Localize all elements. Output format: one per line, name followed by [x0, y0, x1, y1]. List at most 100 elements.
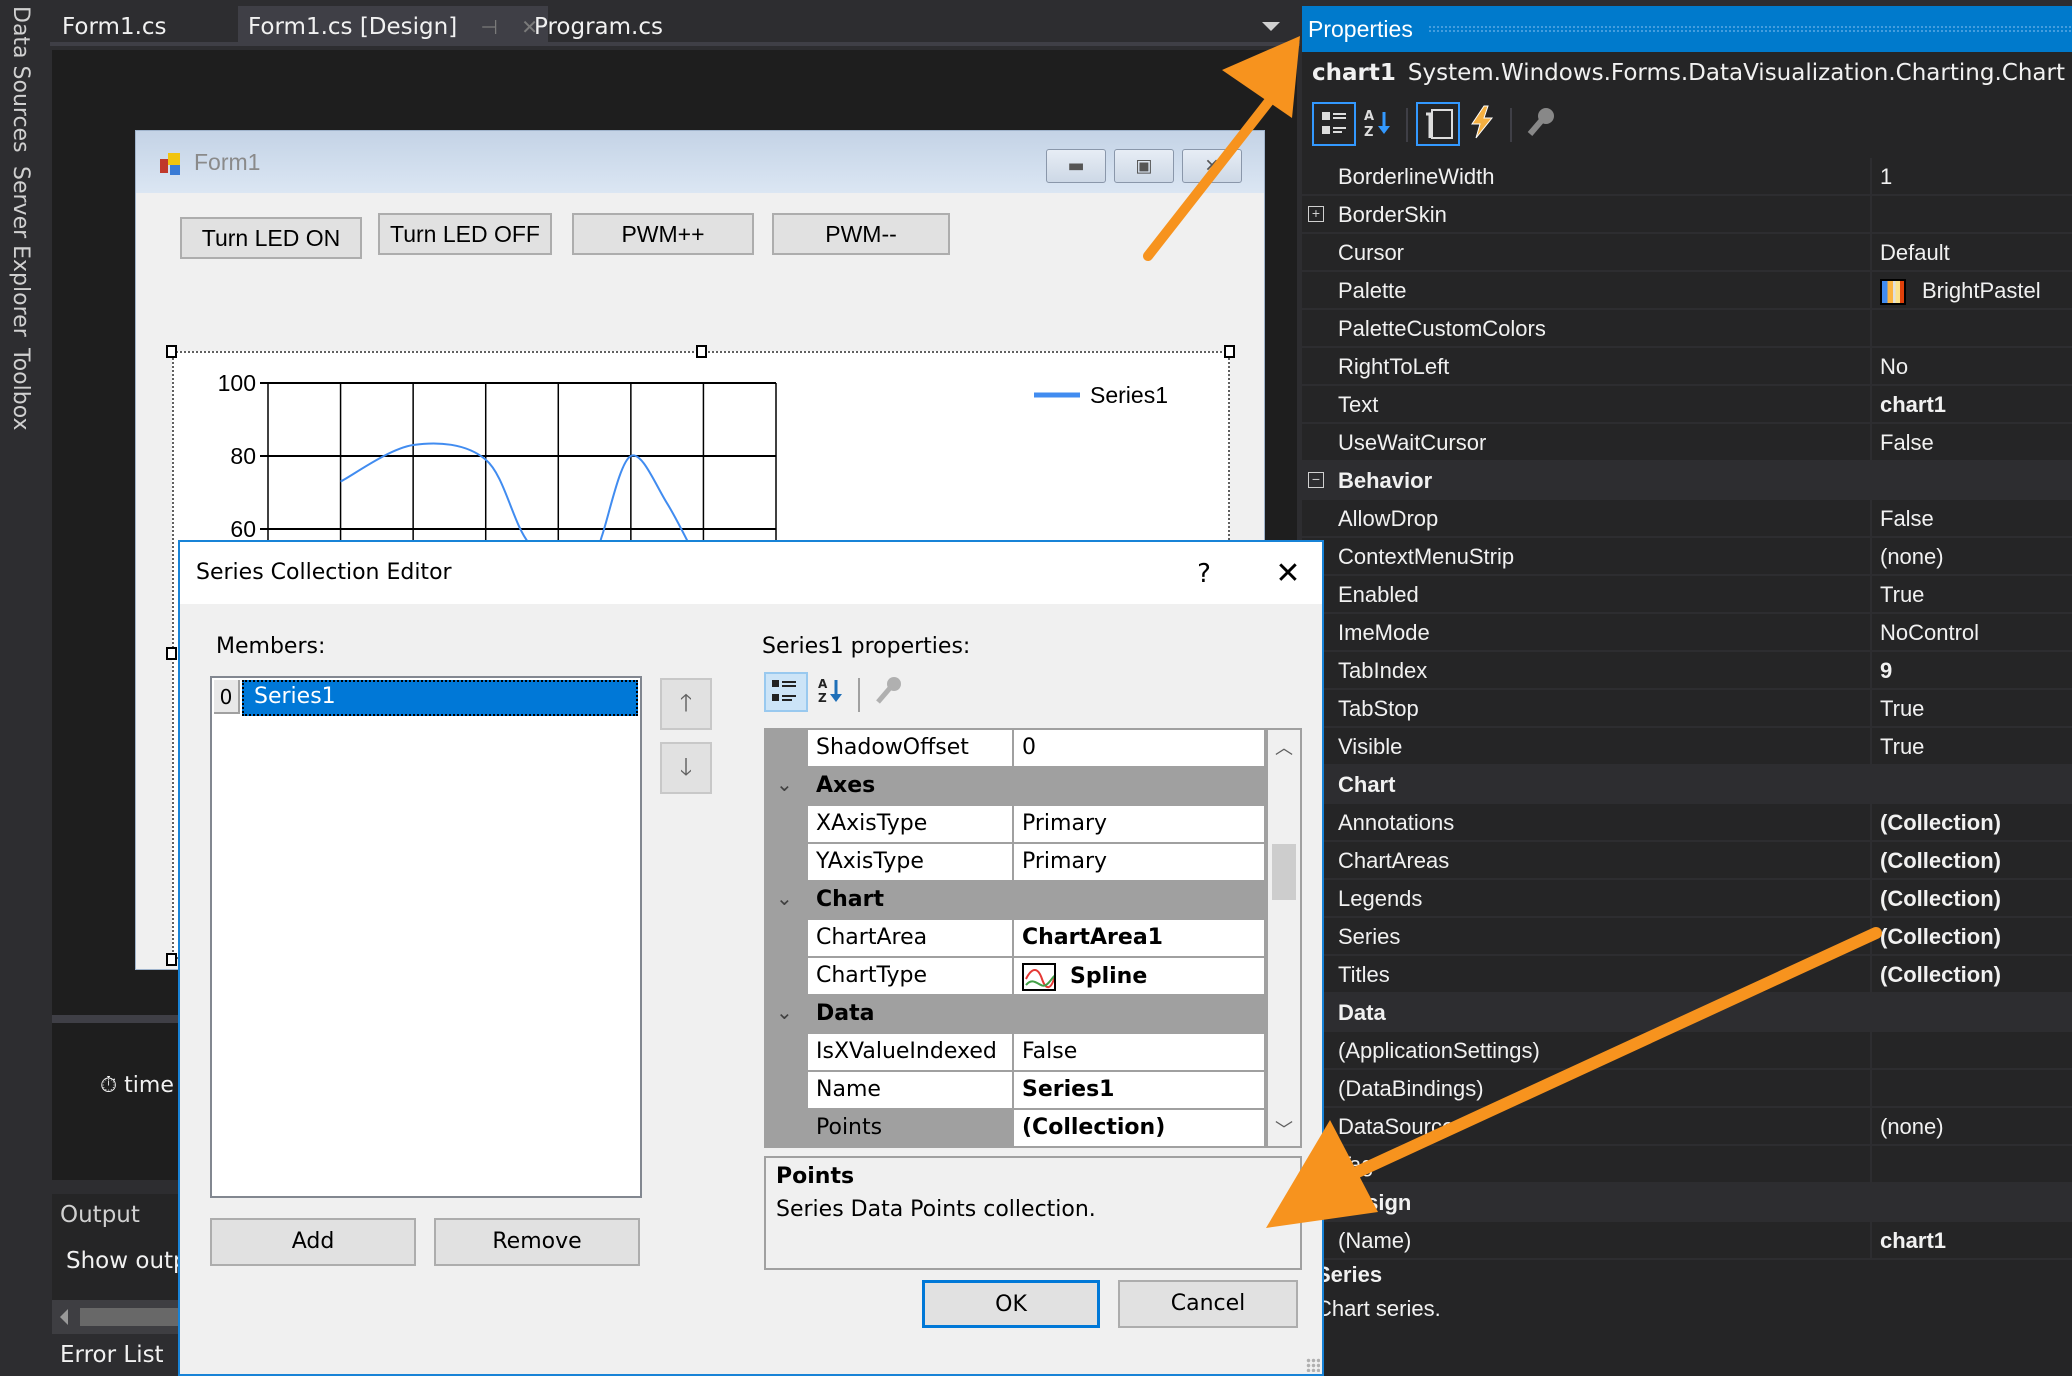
- property-row[interactable]: ChartArea ChartArea1: [766, 920, 1300, 958]
- property-row[interactable]: Visible True: [1302, 728, 2072, 766]
- members-list[interactable]: 0 Series1: [210, 676, 642, 1198]
- resize-handle-ne[interactable]: [1224, 345, 1235, 358]
- property-value[interactable]: Primary: [1014, 806, 1264, 842]
- categorized-icon[interactable]: [764, 672, 808, 712]
- property-value[interactable]: [1870, 310, 2072, 346]
- property-row[interactable]: Text chart1: [1302, 386, 2072, 424]
- collapse-chevron-icon[interactable]: ⌄: [776, 772, 793, 796]
- property-category[interactable]: Data: [1302, 994, 2072, 1032]
- resize-handle-n[interactable]: [696, 345, 707, 358]
- vertical-scrollbar[interactable]: ︿ ﹀: [1268, 730, 1300, 1146]
- property-value[interactable]: 0: [1014, 730, 1264, 766]
- property-value[interactable]: False: [1014, 1034, 1264, 1070]
- property-value[interactable]: [1870, 196, 2072, 232]
- property-row[interactable]: Palette BrightPastel: [1302, 272, 2072, 310]
- collapse-icon[interactable]: −: [1308, 472, 1324, 488]
- property-value[interactable]: 1: [1870, 158, 2072, 194]
- property-value[interactable]: Primary: [1014, 844, 1264, 880]
- scrollbar-thumb[interactable]: [1272, 844, 1296, 900]
- property-row[interactable]: ImeMode NoControl: [1302, 614, 2072, 652]
- add-button[interactable]: Add: [210, 1218, 416, 1266]
- tab-program-cs[interactable]: Program.cs: [524, 6, 673, 46]
- cancel-button[interactable]: Cancel: [1118, 1280, 1298, 1328]
- property-row[interactable]: Tag: [1302, 1146, 2072, 1184]
- property-row[interactable]: Cursor Default: [1302, 234, 2072, 272]
- dialog-close-button[interactable]: ✕: [1268, 554, 1308, 594]
- property-row[interactable]: BorderlineWidth 1: [1302, 158, 2072, 196]
- property-value[interactable]: [1870, 1070, 2072, 1106]
- resize-grip[interactable]: [1306, 1358, 1320, 1372]
- property-row[interactable]: (ApplicationSettings): [1302, 1032, 2072, 1070]
- property-value[interactable]: (Collection): [1014, 1110, 1264, 1146]
- property-value[interactable]: True: [1870, 576, 2072, 612]
- property-row[interactable]: Name Series1: [766, 1072, 1300, 1110]
- scroll-up-icon[interactable]: ︿: [1268, 734, 1300, 764]
- property-value[interactable]: chart1: [1870, 386, 2072, 422]
- property-value[interactable]: True: [1870, 728, 2072, 764]
- property-row[interactable]: Points (Collection): [766, 1110, 1300, 1146]
- property-row[interactable]: Titles (Collection): [1302, 956, 2072, 994]
- property-row[interactable]: (DataBindings): [1302, 1070, 2072, 1108]
- resize-handle-sw[interactable]: [166, 953, 177, 966]
- property-pages-icon[interactable]: [1520, 102, 1564, 146]
- property-row[interactable]: Enabled True: [1302, 576, 2072, 614]
- property-row[interactable]: PaletteCustomColors: [1302, 310, 2072, 348]
- property-value[interactable]: (none): [1870, 538, 2072, 574]
- tab-error-list[interactable]: Error List: [52, 1334, 172, 1376]
- property-value[interactable]: Default: [1870, 234, 2072, 270]
- tab-list-dropdown-icon[interactable]: [1262, 22, 1280, 31]
- property-value[interactable]: Spline: [1014, 958, 1264, 994]
- property-value[interactable]: NoControl: [1870, 614, 2072, 650]
- turn-led-on-button[interactable]: Turn LED ON: [180, 217, 362, 259]
- property-value[interactable]: (Collection): [1870, 918, 2072, 954]
- property-row[interactable]: ShadowOffset 0: [766, 730, 1300, 768]
- tab-form1-cs[interactable]: Form1.cs: [52, 6, 177, 46]
- resize-handle-w[interactable]: [166, 647, 177, 660]
- property-value[interactable]: 9: [1870, 652, 2072, 688]
- property-row[interactable]: Series (Collection): [1302, 918, 2072, 956]
- property-row[interactable]: Legends (Collection): [1302, 880, 2072, 918]
- property-row[interactable]: + BorderSkin: [1302, 196, 2072, 234]
- properties-icon[interactable]: [1416, 102, 1460, 146]
- property-row[interactable]: Annotations (Collection): [1302, 804, 2072, 842]
- property-value[interactable]: (Collection): [1870, 842, 2072, 878]
- alphabetical-icon[interactable]: AZ: [1358, 102, 1402, 146]
- property-category[interactable]: Chart: [1302, 766, 2072, 804]
- form-maximize-button[interactable]: ▣: [1114, 149, 1174, 183]
- alphabetical-icon[interactable]: AZ: [812, 672, 852, 712]
- property-value[interactable]: True: [1870, 690, 2072, 726]
- object-selector[interactable]: chart1 System.Windows.Forms.DataVisualiza…: [1312, 60, 2065, 86]
- collapse-chevron-icon[interactable]: ⌄: [776, 886, 793, 910]
- side-tab-server-explorer[interactable]: Server Explorer: [8, 166, 33, 337]
- pin-icon[interactable]: ⊣: [481, 15, 498, 39]
- pwm-decrease-button[interactable]: PWM--: [772, 213, 950, 255]
- timer-component[interactable]: ⏱ time: [100, 1073, 174, 1098]
- property-row[interactable]: UseWaitCursor False: [1302, 424, 2072, 462]
- property-row[interactable]: DataSource (none): [1302, 1108, 2072, 1146]
- property-row[interactable]: XAxisType Primary: [766, 806, 1300, 844]
- property-row[interactable]: IsXValueIndexed False: [766, 1034, 1300, 1072]
- move-up-button[interactable]: 🡑: [660, 678, 712, 730]
- property-value[interactable]: (Collection): [1870, 804, 2072, 840]
- property-row[interactable]: ContextMenuStrip (none): [1302, 538, 2072, 576]
- collapse-chevron-icon[interactable]: ⌄: [776, 1000, 793, 1024]
- move-down-button[interactable]: 🡓: [660, 742, 712, 794]
- property-value[interactable]: [1870, 1146, 2072, 1182]
- form-minimize-button[interactable]: ▬: [1046, 149, 1106, 183]
- turn-led-off-button[interactable]: Turn LED OFF: [378, 213, 552, 255]
- side-tab-toolbox[interactable]: Toolbox: [8, 348, 33, 431]
- categorized-icon[interactable]: [1312, 102, 1356, 146]
- tab-form1-design[interactable]: Form1.cs [Design] ⊣ ✕: [238, 6, 548, 46]
- property-row[interactable]: ChartAreas (Collection): [1302, 842, 2072, 880]
- property-category[interactable]: ⌄ Chart: [766, 882, 1300, 920]
- property-row[interactable]: ChartType Spline: [766, 958, 1300, 996]
- property-value[interactable]: (none): [1870, 1108, 2072, 1144]
- side-tab-data-sources[interactable]: Data Sources: [8, 6, 33, 153]
- property-value[interactable]: ChartArea1: [1014, 920, 1264, 956]
- property-category[interactable]: ⌄ Data: [766, 996, 1300, 1034]
- expand-icon[interactable]: +: [1308, 206, 1324, 222]
- property-value[interactable]: False: [1870, 424, 2072, 460]
- events-icon[interactable]: [1462, 102, 1506, 146]
- property-value[interactable]: BrightPastel: [1870, 272, 2072, 308]
- resize-handle-nw[interactable]: [166, 345, 177, 358]
